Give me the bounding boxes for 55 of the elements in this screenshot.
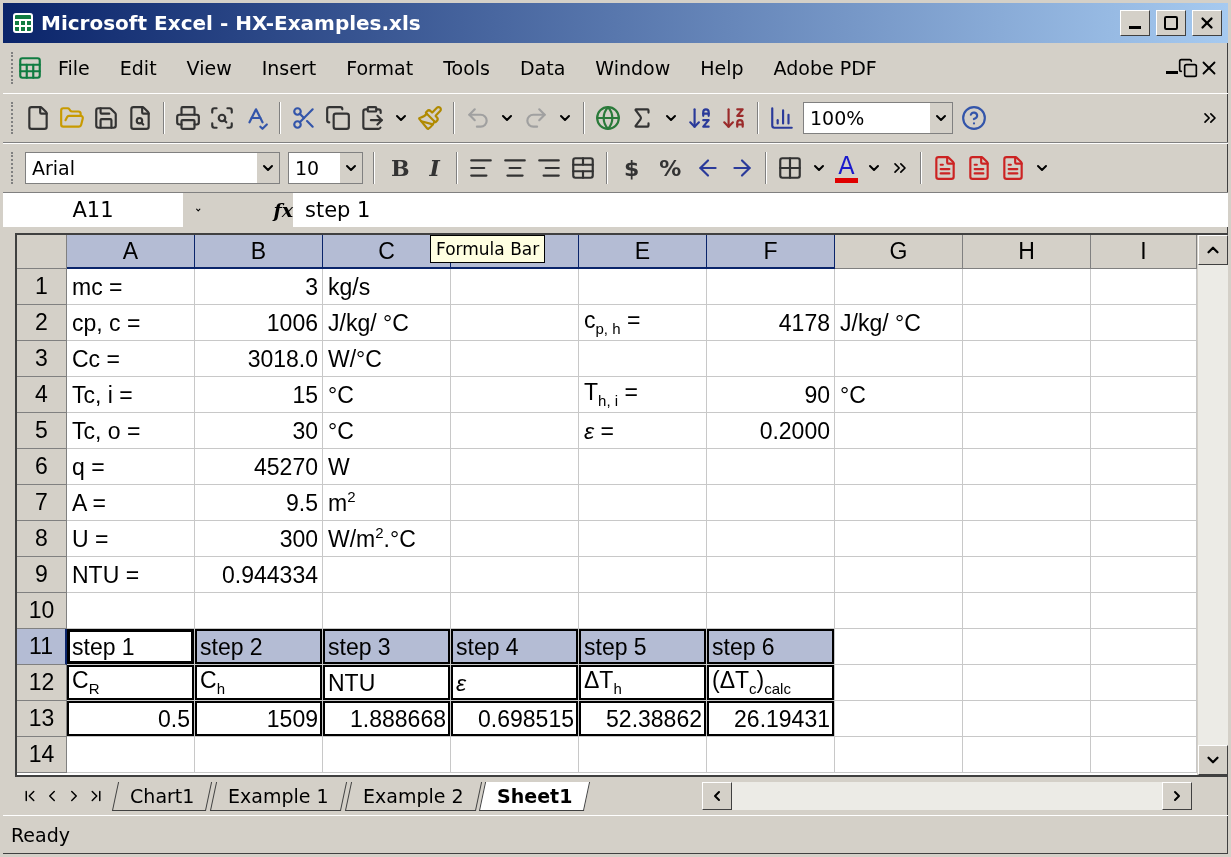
tooltip: Formula Bar — [430, 235, 546, 263]
table-cell: °C — [323, 413, 451, 449]
table-cell: step 5 — [579, 629, 707, 665]
table-cell: 1509 — [195, 701, 323, 737]
table-cell: 3018.0 — [195, 341, 323, 377]
table-cell: 15 — [195, 377, 323, 413]
table-cell: cp, c = — [67, 305, 195, 341]
table-cell: Tc, i = — [67, 377, 195, 413]
table-cell: U = — [67, 521, 195, 557]
table-cell: step 1 — [67, 629, 195, 665]
table-cell: J/kg/ °C — [835, 305, 963, 341]
table-cell: ε = — [579, 413, 707, 449]
table-cell: c$_{p, h}$ = — [579, 305, 707, 341]
table-cell: 3 — [195, 269, 323, 305]
table-cell: step 6 — [707, 629, 835, 665]
window-title: Microsoft Excel - HX-Examples.xls — [41, 11, 422, 35]
table-cell: 52.38862 — [579, 701, 707, 737]
table-cell: 26.19431 — [707, 701, 835, 737]
table-cell: °C — [323, 377, 451, 413]
table-cell: ε — [451, 665, 579, 701]
table-cell: 30 — [195, 413, 323, 449]
table-cell: q = — [67, 449, 195, 485]
table-cell: (ΔT$_{c}$)$_{calc}$ — [707, 665, 835, 701]
table-cell: 9.5 — [195, 485, 323, 521]
table-cell: NTU — [323, 665, 451, 701]
table-cell: step 3 — [323, 629, 451, 665]
table-cell: NTU = — [67, 557, 195, 593]
table-cell: 4178 — [707, 305, 835, 341]
table-cell: mc = — [67, 269, 195, 305]
table-cell: C$_{R}$ — [67, 665, 195, 701]
table-cell: Cc = — [67, 341, 195, 377]
table-cell: 1.888668 — [323, 701, 451, 737]
table-cell: ΔT$_{h}$ — [579, 665, 707, 701]
table-cell: kg/s — [323, 269, 451, 305]
table-cell: m$^{2}$ — [323, 485, 451, 521]
table-cell: 0.5 — [67, 701, 195, 737]
table-cell: °C — [835, 377, 963, 413]
table-cell: step 4 — [451, 629, 579, 665]
table-cell: T$_{h, i}$ = — [579, 377, 707, 413]
table-cell: 0.944334 — [195, 557, 323, 593]
table-cell: W/m$^{2}$.°C — [323, 521, 451, 557]
table-cell: W — [323, 449, 451, 485]
status-text: Ready — [11, 824, 70, 846]
table-cell: 0.2000 — [707, 413, 835, 449]
table-cell: 300 — [195, 521, 323, 557]
table-cell: A = — [67, 485, 195, 521]
table-cell: step 2 — [195, 629, 323, 665]
table-cell: 90 — [707, 377, 835, 413]
table-cell: Tc, o = — [67, 413, 195, 449]
table-cell: J/kg/ °C — [323, 305, 451, 341]
table-cell: W/°C — [323, 341, 451, 377]
table-cell: 45270 — [195, 449, 323, 485]
table-cell: 0.698515 — [451, 701, 579, 737]
table-cell: 1006 — [195, 305, 323, 341]
table-cell: C$_{h}$ — [195, 665, 323, 701]
